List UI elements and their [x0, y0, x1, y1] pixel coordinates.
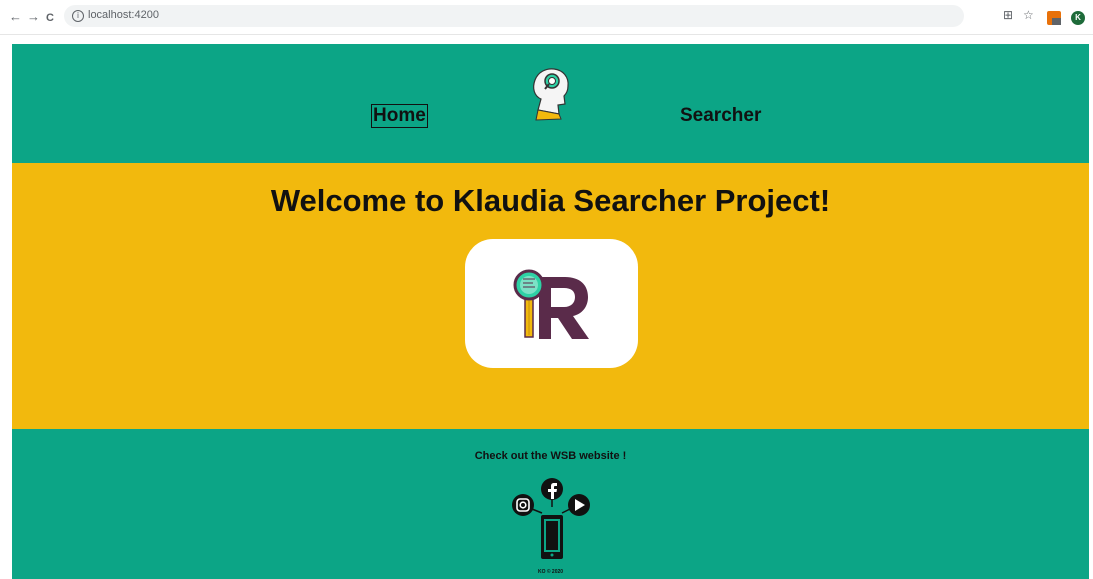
- nav-home-link[interactable]: Home: [371, 104, 428, 128]
- bookmark-star-icon[interactable]: ☆: [1023, 8, 1034, 22]
- instagram-icon[interactable]: [512, 494, 534, 516]
- site-footer: Check out the WSB website ! KO © 2020: [12, 429, 1089, 579]
- page-title: Welcome to Klaudia Searcher Project!: [270, 183, 831, 218]
- translate-icon[interactable]: ⊞: [1003, 8, 1013, 22]
- extension-icon[interactable]: [1047, 11, 1061, 25]
- social-icons[interactable]: [510, 477, 600, 563]
- profile-avatar[interactable]: K: [1071, 11, 1085, 25]
- smartphone-icon: [541, 515, 563, 559]
- url-text[interactable]: localhost:4200: [88, 9, 159, 21]
- forward-button[interactable]: →: [27, 9, 40, 25]
- magnifier-r-logo: [513, 269, 589, 339]
- info-icon[interactable]: i: [72, 10, 84, 22]
- reload-button[interactable]: C: [46, 10, 54, 26]
- project-logo-card: [465, 239, 638, 368]
- facebook-icon[interactable]: [541, 478, 563, 500]
- hero-section: Welcome to Klaudia Searcher Project!: [12, 163, 1089, 429]
- nav-searcher-link[interactable]: Searcher: [680, 105, 761, 127]
- browser-toolbar: ← → C i localhost:4200 ⊞ ☆ K: [0, 0, 1093, 35]
- wsb-website-link[interactable]: Check out the WSB website !: [12, 450, 1089, 462]
- address-bar[interactable]: i localhost:4200: [64, 5, 964, 27]
- youtube-icon[interactable]: [568, 494, 590, 516]
- back-button[interactable]: ←: [9, 9, 22, 25]
- head-magnifier-icon: [533, 68, 569, 121]
- copyright-text: KO © 2020: [537, 569, 564, 575]
- site-header: Home Searcher: [12, 44, 1089, 163]
